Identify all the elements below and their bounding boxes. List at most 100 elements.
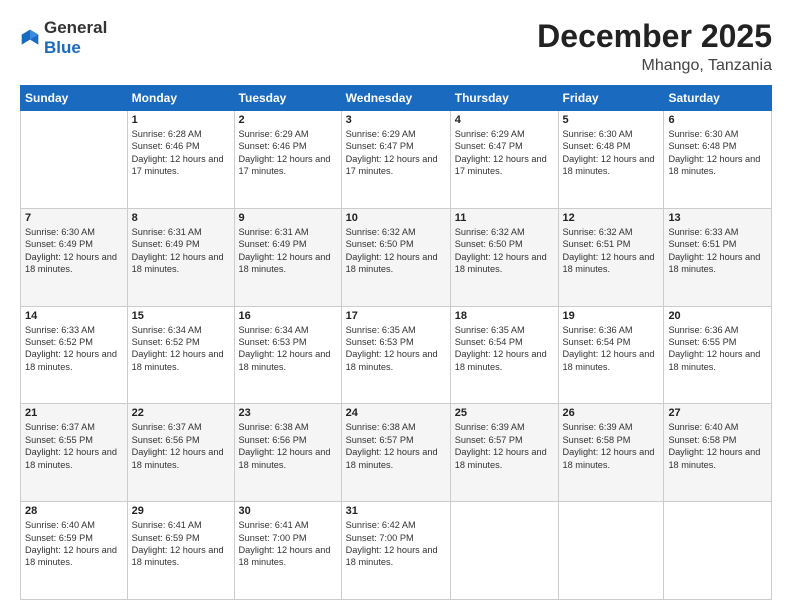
day-number: 2 [239, 114, 337, 126]
sunrise-text: Sunrise: 6:29 AM [455, 129, 525, 139]
table-row: 10 Sunrise: 6:32 AMSunset: 6:50 PMDayligh… [341, 208, 450, 306]
sunrise-text: Sunrise: 6:32 AM [563, 227, 633, 237]
day-info: Sunrise: 6:32 AMSunset: 6:50 PMDaylight:… [346, 226, 446, 276]
daylight-text: Daylight: 12 hours and 18 minutes. [25, 252, 117, 274]
table-row: 1Sunrise: 6:28 AMSunset: 6:46 PMDaylight… [127, 111, 234, 209]
sunrise-text: Sunrise: 6:37 AM [25, 422, 95, 432]
header: General Blue December 2025 Mhango, Tanza… [20, 18, 772, 75]
day-number: 24 [346, 407, 446, 419]
table-row: 2 Sunrise: 6:29 AMSunset: 6:46 PMDaylight… [234, 111, 341, 209]
table-row [21, 111, 128, 209]
day-info: Sunrise: 6:32 AMSunset: 6:51 PMDaylight:… [563, 226, 660, 276]
day-number: 5 [563, 114, 660, 126]
daylight-text: Daylight: 12 hours and 18 minutes. [668, 154, 760, 176]
daylight-text: Daylight: 12 hours and 18 minutes. [563, 447, 655, 469]
day-number: 10 [346, 212, 446, 224]
sunset-text: Sunset: 6:53 PM [346, 337, 414, 347]
table-row: 12Sunrise: 6:32 AMSunset: 6:51 PMDayligh… [558, 208, 664, 306]
col-monday: Monday [127, 86, 234, 111]
sunset-text: Sunset: 6:53 PM [239, 337, 307, 347]
day-number: 3 [346, 114, 446, 126]
day-info: Sunrise: 6:30 AMSunset: 6:48 PMDaylight:… [563, 128, 660, 178]
sunrise-text: Sunrise: 6:39 AM [563, 422, 633, 432]
day-number: 16 [239, 310, 337, 322]
day-info: Sunrise: 6:29 AMSunset: 6:46 PMDaylight:… [239, 128, 337, 178]
calendar-table: Sunday Monday Tuesday Wednesday Thursday… [20, 85, 772, 600]
table-row: 8Sunrise: 6:31 AMSunset: 6:49 PMDaylight… [127, 208, 234, 306]
day-info: Sunrise: 6:37 AMSunset: 6:55 PMDaylight:… [25, 421, 123, 471]
table-row: 4Sunrise: 6:29 AMSunset: 6:47 PMDaylight… [450, 111, 558, 209]
sunset-text: Sunset: 6:55 PM [668, 337, 736, 347]
day-info: Sunrise: 6:32 AMSunset: 6:50 PMDaylight:… [455, 226, 554, 276]
sunset-text: Sunset: 6:57 PM [346, 435, 414, 445]
sunrise-text: Sunrise: 6:40 AM [668, 422, 738, 432]
day-info: Sunrise: 6:38 AMSunset: 6:56 PMDaylight:… [239, 421, 337, 471]
day-info: Sunrise: 6:31 AMSunset: 6:49 PMDaylight:… [239, 226, 337, 276]
sunset-text: Sunset: 6:54 PM [455, 337, 523, 347]
day-number: 7 [25, 212, 123, 224]
day-info: Sunrise: 6:35 AMSunset: 6:54 PMDaylight:… [455, 324, 554, 374]
table-row: 3 Sunrise: 6:29 AMSunset: 6:47 PMDaylight… [341, 111, 450, 209]
table-row: 28Sunrise: 6:40 AMSunset: 6:59 PMDayligh… [21, 502, 128, 600]
sunrise-text: Sunrise: 6:30 AM [563, 129, 633, 139]
daylight-text: Daylight: 12 hours and 18 minutes. [455, 447, 547, 469]
sunset-text: Sunset: 6:51 PM [668, 239, 736, 249]
day-info: Sunrise: 6:36 AMSunset: 6:54 PMDaylight:… [563, 324, 660, 374]
sunset-text: Sunset: 6:59 PM [132, 533, 200, 543]
table-row: 16Sunrise: 6:34 AMSunset: 6:53 PMDayligh… [234, 306, 341, 404]
daylight-text: Daylight: 12 hours and 18 minutes. [239, 447, 331, 469]
table-row: 22Sunrise: 6:37 AMSunset: 6:56 PMDayligh… [127, 404, 234, 502]
sunset-text: Sunset: 6:55 PM [25, 435, 93, 445]
sunrise-text: Sunrise: 6:36 AM [668, 325, 738, 335]
daylight-text: Daylight: 12 hours and 18 minutes. [455, 252, 547, 274]
day-number: 27 [668, 407, 767, 419]
day-info: Sunrise: 6:34 AMSunset: 6:52 PMDaylight:… [132, 324, 230, 374]
sunset-text: Sunset: 6:58 PM [563, 435, 631, 445]
day-number: 30 [239, 505, 337, 517]
day-info: Sunrise: 6:39 AM Sunset: 6:58 PM Daylight:… [563, 421, 660, 471]
sunset-text: Sunset: 6:49 PM [132, 239, 200, 249]
day-number: 8 [132, 212, 230, 224]
day-info: Sunrise: 6:35 AM Sunset: 6:53 PM Daylight:… [346, 324, 446, 374]
table-row: 26Sunrise: 6:39 AMSunset: 6:58 PMDayligh… [558, 404, 664, 502]
day-number: 23 [239, 407, 337, 419]
sunrise-text: Sunrise: 6:30 AM [668, 129, 738, 139]
table-row: 23 Sunrise: 6:38 AMSunset: 6:56 PMDayligh… [234, 404, 341, 502]
sunrise-text: Sunrise: 6:38 AM [239, 422, 309, 432]
sunset-text: Sunset: 7:00 PM [239, 533, 307, 543]
table-row: 13Sunrise: 6:33 AMSunset: 6:51 PMDayligh… [664, 208, 772, 306]
sunset-text: Sunset: 6:51 PM [563, 239, 631, 249]
day-number: 18 [455, 310, 554, 322]
sunrise-text: Sunrise: 6:35 AM [455, 325, 525, 335]
table-row: 7 Sunrise: 6:30 AMSunset: 6:49 PMDaylight… [21, 208, 128, 306]
sunset-text: Sunset: 6:49 PM [25, 239, 93, 249]
sunset-text: Sunset: 6:57 PM [455, 435, 523, 445]
daylight-text: Daylight: 12 hours and 18 minutes. [346, 447, 438, 469]
daylight-text: Daylight: 12 hours and 18 minutes. [668, 349, 760, 371]
sunset-text: Sunset: 6:54 PM [563, 337, 631, 347]
day-info: Sunrise: 6:28 AMSunset: 6:46 PMDaylight:… [132, 128, 230, 178]
daylight-text: Daylight: 12 hours and 18 minutes. [346, 349, 438, 371]
sunrise-text: Sunrise: 6:31 AM [239, 227, 309, 237]
daylight-text: Daylight: 12 hours and 17 minutes. [455, 154, 547, 176]
daylight-text: Daylight: 12 hours and 18 minutes. [132, 545, 224, 567]
day-info: Sunrise: 6:30 AMSunset: 6:49 PMDaylight:… [25, 226, 123, 276]
daylight-text: Daylight: 12 hours and 17 minutes. [239, 154, 331, 176]
day-info: Sunrise: 6:39 AMSunset: 6:57 PMDaylight:… [455, 421, 554, 471]
sunrise-text: Sunrise: 6:37 AM [132, 422, 202, 432]
sunrise-text: Sunrise: 6:28 AM [132, 129, 202, 139]
table-row: 14Sunrise: 6:33 AMSunset: 6:52 PMDayligh… [21, 306, 128, 404]
sunset-text: Sunset: 6:50 PM [455, 239, 523, 249]
logo: General Blue [20, 18, 107, 58]
daylight-text: Daylight: 12 hours and 18 minutes. [25, 545, 117, 567]
sunrise-text: Sunrise: 6:42 AM [346, 520, 416, 530]
sunset-text: Sunset: 6:47 PM [455, 141, 523, 151]
day-number: 6 [668, 114, 767, 126]
daylight-text: Daylight: 12 hours and 18 minutes. [239, 252, 331, 274]
day-number: 15 [132, 310, 230, 322]
day-info: Sunrise: 6:29 AMSunset: 6:47 PMDaylight:… [346, 128, 446, 178]
table-row [558, 502, 664, 600]
col-thursday: Thursday [450, 86, 558, 111]
sunrise-text: Sunrise: 6:35 AM [346, 325, 416, 335]
daylight-text: Daylight: 12 hours and 18 minutes. [668, 447, 760, 469]
